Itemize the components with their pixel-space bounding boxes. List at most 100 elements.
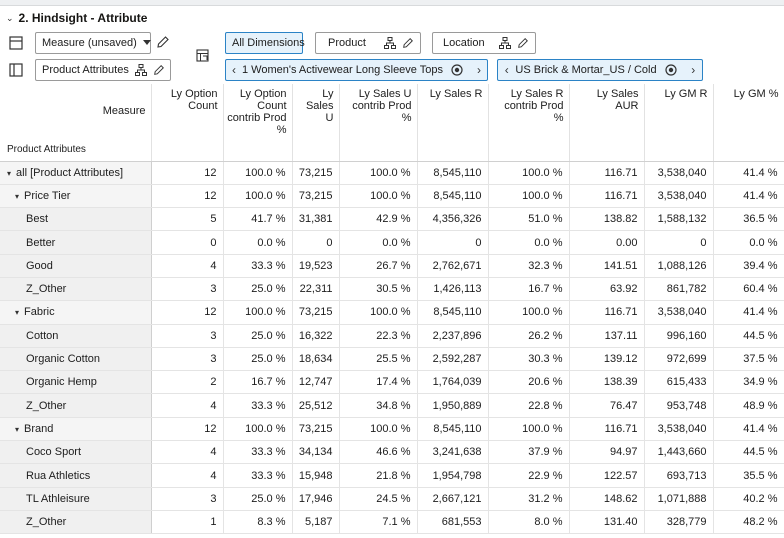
rows-layout-icon[interactable]	[9, 63, 25, 79]
data-cell[interactable]: 24.5 %	[339, 487, 418, 511]
table-row[interactable]: ▾ all [Product Attributes] 12 100.0 % 73,215…	[0, 161, 784, 185]
product-next-arrow-icon[interactable]: ›	[471, 63, 487, 77]
data-cell[interactable]: 116.71	[569, 417, 645, 442]
table-row[interactable]: Z_Other 3 25.0 % 22,311 30.5 % 1,426,113 16.7 …	[0, 277, 784, 302]
data-cell[interactable]: 22.3 %	[339, 324, 418, 348]
data-cell[interactable]: 17,946	[292, 487, 340, 511]
col-header-6[interactable]: Ly Sales AUR	[569, 84, 645, 138]
data-cell[interactable]: 36.5 %	[713, 207, 784, 232]
data-cell[interactable]: 2,667,121	[417, 487, 489, 511]
data-cell[interactable]: 139.12	[569, 347, 645, 372]
data-cell[interactable]: 141.51	[569, 254, 645, 278]
data-cell[interactable]: 25,512	[292, 393, 340, 418]
data-cell[interactable]: 100.0 %	[223, 300, 293, 325]
location-prev-arrow-icon[interactable]: ‹	[498, 63, 515, 77]
data-cell[interactable]: 100.0 %	[339, 161, 418, 185]
row-label[interactable]: Organic Hemp	[0, 370, 152, 395]
pivot-table-icon[interactable]	[196, 49, 212, 65]
data-cell[interactable]: 41.7 %	[223, 207, 293, 232]
data-cell[interactable]: 16.7 %	[488, 277, 570, 302]
data-cell[interactable]: 94.97	[569, 440, 645, 465]
data-cell[interactable]: 0.0 %	[488, 230, 570, 255]
data-cell[interactable]: 100.0 %	[339, 417, 418, 442]
data-cell[interactable]: 39.4 %	[713, 254, 784, 278]
data-cell[interactable]: 861,782	[644, 277, 714, 302]
table-row[interactable]: Z_Other 1 8.3 % 5,187 7.1 % 681,553 8.0 % 131.4…	[0, 510, 784, 535]
data-cell[interactable]: 0	[292, 230, 340, 255]
product-navigator[interactable]: ‹ 1 Women's Activewear Long Sleeve Tops …	[225, 59, 488, 81]
data-cell[interactable]: 25.0 %	[223, 324, 293, 348]
data-cell[interactable]: 122.57	[569, 463, 645, 488]
data-cell[interactable]: 73,215	[292, 300, 340, 325]
expand-twisty-icon[interactable]: ▾	[15, 192, 19, 201]
data-cell[interactable]: 2,237,896	[417, 324, 489, 348]
col-header-3[interactable]: Ly Sales U contrib Prod %	[339, 84, 418, 138]
data-cell[interactable]: 1,071,888	[644, 487, 714, 511]
data-cell[interactable]: 26.2 %	[488, 324, 570, 348]
data-cell[interactable]: 4	[151, 254, 224, 278]
data-cell[interactable]: 37.9 %	[488, 440, 570, 465]
data-cell[interactable]: 100.0 %	[223, 161, 293, 185]
data-cell[interactable]: 44.5 %	[713, 440, 784, 465]
data-cell[interactable]: 31,381	[292, 207, 340, 232]
col-header-1[interactable]: Ly Option Count contrib Prod %	[223, 84, 293, 138]
data-cell[interactable]: 100.0 %	[223, 184, 293, 209]
data-cell[interactable]: 8,545,110	[417, 417, 489, 442]
data-cell[interactable]: 1,764,039	[417, 370, 489, 395]
data-cell[interactable]: 34.8 %	[339, 393, 418, 418]
col-header-7[interactable]: Ly GM R	[644, 84, 714, 138]
data-cell[interactable]: 693,713	[644, 463, 714, 488]
data-cell[interactable]: 25.5 %	[339, 347, 418, 372]
data-cell[interactable]: 3	[151, 347, 224, 372]
data-cell[interactable]: 2	[151, 370, 224, 395]
data-cell[interactable]: 4	[151, 440, 224, 465]
expand-twisty-icon[interactable]: ▾	[15, 425, 19, 434]
data-cell[interactable]: 25.0 %	[223, 487, 293, 511]
data-cell[interactable]: 63.92	[569, 277, 645, 302]
data-cell[interactable]: 12	[151, 161, 224, 185]
data-cell[interactable]: 0.0 %	[713, 230, 784, 255]
row-label[interactable]: Z_Other	[0, 510, 152, 535]
product-target-icon[interactable]	[451, 64, 463, 76]
data-cell[interactable]: 4,356,326	[417, 207, 489, 232]
col-header-2[interactable]: Ly Sales U	[292, 84, 340, 138]
data-cell[interactable]: 18,634	[292, 347, 340, 372]
data-cell[interactable]: 138.39	[569, 370, 645, 395]
data-cell[interactable]: 41.4 %	[713, 161, 784, 185]
data-cell[interactable]: 2,592,287	[417, 347, 489, 372]
row-label[interactable]: TL Athleisure	[0, 487, 152, 511]
hierarchy-icon[interactable]	[134, 64, 147, 76]
data-cell[interactable]: 17.4 %	[339, 370, 418, 395]
data-cell[interactable]: 100.0 %	[339, 184, 418, 209]
data-cell[interactable]: 953,748	[644, 393, 714, 418]
data-cell[interactable]: 48.9 %	[713, 393, 784, 418]
data-cell[interactable]: 148.62	[569, 487, 645, 511]
data-cell[interactable]: 681,553	[417, 510, 489, 535]
data-cell[interactable]: 20.6 %	[488, 370, 570, 395]
data-cell[interactable]: 34,134	[292, 440, 340, 465]
data-cell[interactable]: 73,215	[292, 161, 340, 185]
row-label[interactable]: Organic Cotton	[0, 347, 152, 372]
product-edit-pencil-icon[interactable]	[402, 37, 414, 49]
data-cell[interactable]: 0	[151, 230, 224, 255]
data-cell[interactable]: 3	[151, 487, 224, 511]
data-cell[interactable]: 1,954,798	[417, 463, 489, 488]
data-cell[interactable]: 0	[417, 230, 489, 255]
data-cell[interactable]: 44.5 %	[713, 324, 784, 348]
data-cell[interactable]: 40.2 %	[713, 487, 784, 511]
data-cell[interactable]: 100.0 %	[488, 184, 570, 209]
row-label[interactable]: Z_Other	[0, 393, 152, 418]
data-cell[interactable]: 4	[151, 393, 224, 418]
table-row[interactable]: Cotton 3 25.0 % 16,322 22.3 % 2,237,896 26.2 %…	[0, 324, 784, 348]
product-dimension-field[interactable]: Product	[315, 32, 421, 54]
row-label[interactable]: Cotton	[0, 324, 152, 348]
data-cell[interactable]: 2,762,671	[417, 254, 489, 278]
data-cell[interactable]: 0	[644, 230, 714, 255]
data-cell[interactable]: 37.5 %	[713, 347, 784, 372]
data-cell[interactable]: 116.71	[569, 184, 645, 209]
data-cell[interactable]: 33.3 %	[223, 463, 293, 488]
data-cell[interactable]: 12,747	[292, 370, 340, 395]
data-cell[interactable]: 12	[151, 300, 224, 325]
table-row[interactable]: Better 0 0.0 % 0 0.0 % 0 0.0 % 0.00 0 0.0 %	[0, 230, 784, 255]
row-label[interactable]: Rua Athletics	[0, 463, 152, 488]
